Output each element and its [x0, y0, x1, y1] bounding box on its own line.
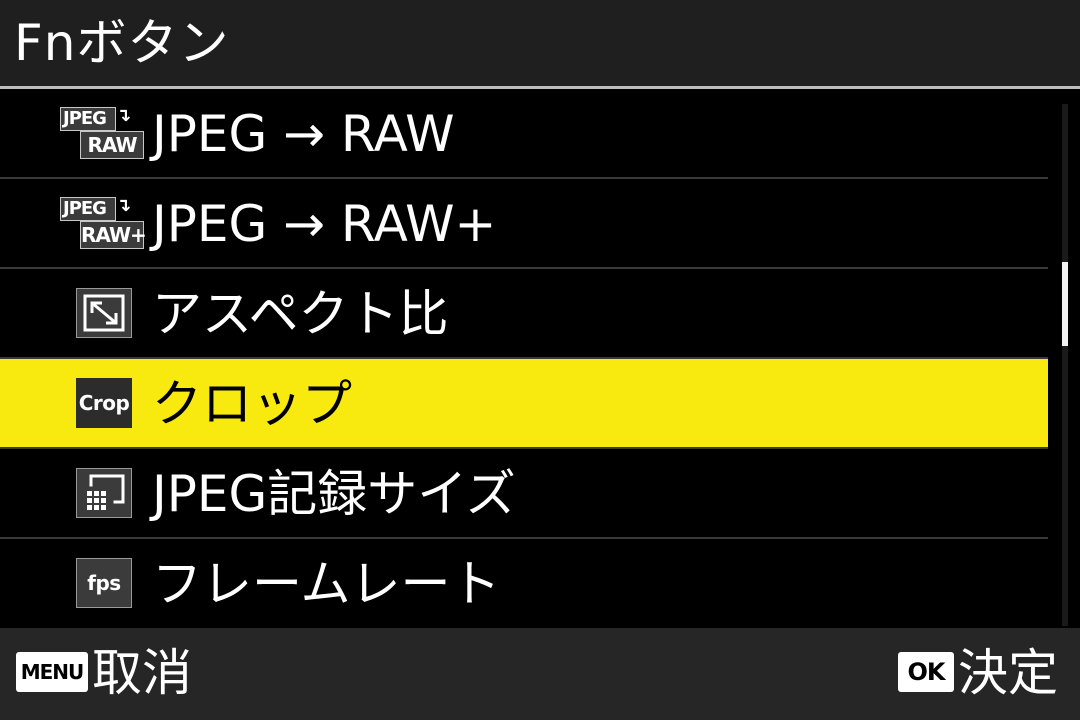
icon-label-raw: RAW [80, 131, 144, 159]
ok-button-icon[interactable]: OK [898, 652, 954, 692]
icon-label-raw-plus: RAW+ [80, 221, 147, 249]
fps-icon-text: fps [87, 571, 121, 595]
menu-item-jpeg-size[interactable]: JPEG記録サイズ [0, 449, 1048, 537]
menu-item-label: クロップ [152, 375, 352, 433]
footer-bar: MENU 取消 OK 決定 [0, 628, 1080, 720]
scrollbar[interactable] [1062, 104, 1068, 626]
icon-arrow: ↴ [116, 195, 132, 216]
menu-item-label: フレームレート [152, 555, 501, 613]
menu-item-jpeg-to-raw-plus[interactable]: JPEG ↴ RAW+ JPEG → RAW+ [0, 179, 1048, 267]
jpeg-to-raw-plus-icon: JPEG ↴ RAW+ [60, 195, 147, 249]
cancel-label[interactable]: 取消 [92, 642, 192, 704]
confirm-label[interactable]: 決定 [958, 642, 1058, 704]
header-bar: Fnボタン [0, 0, 1080, 86]
jpeg-size-icon [76, 468, 132, 518]
menu-item-crop[interactable]: Crop クロップ [0, 359, 1048, 447]
menu-item-jpeg-to-raw[interactable]: JPEG ↴ RAW JPEG → RAW [0, 89, 1048, 177]
menu-button-icon[interactable]: MENU [16, 652, 88, 692]
crop-icon-text: Crop [78, 391, 130, 415]
icon-label-jpeg: JPEG [60, 197, 116, 221]
frame-rate-icon: fps [76, 558, 132, 608]
camera-menu-screen: Fnボタン JPEG ↴ RAW JPEG → RAW JPEG ↴ RAW+ … [0, 0, 1080, 720]
menu-item-label: JPEG → RAW [152, 105, 455, 163]
crop-icon: Crop [76, 378, 132, 428]
menu-item-label: JPEG記録サイズ [152, 465, 516, 523]
page-title: Fnボタン [14, 14, 230, 72]
menu-item-frame-rate[interactable]: fps フレームレート [0, 539, 1048, 627]
menu-item-label: アスペクト比 [152, 285, 449, 343]
scrollbar-thumb[interactable] [1062, 262, 1068, 346]
fn-button-options-list: JPEG ↴ RAW JPEG → RAW JPEG ↴ RAW+ JPEG →… [0, 89, 1050, 627]
icon-arrow: ↴ [116, 105, 132, 126]
icon-label-jpeg: JPEG [60, 107, 116, 131]
menu-item-label: JPEG → RAW+ [152, 195, 497, 253]
aspect-ratio-icon [76, 288, 132, 338]
jpeg-to-raw-icon: JPEG ↴ RAW [60, 105, 144, 159]
menu-item-aspect-ratio[interactable]: アスペクト比 [0, 269, 1048, 357]
